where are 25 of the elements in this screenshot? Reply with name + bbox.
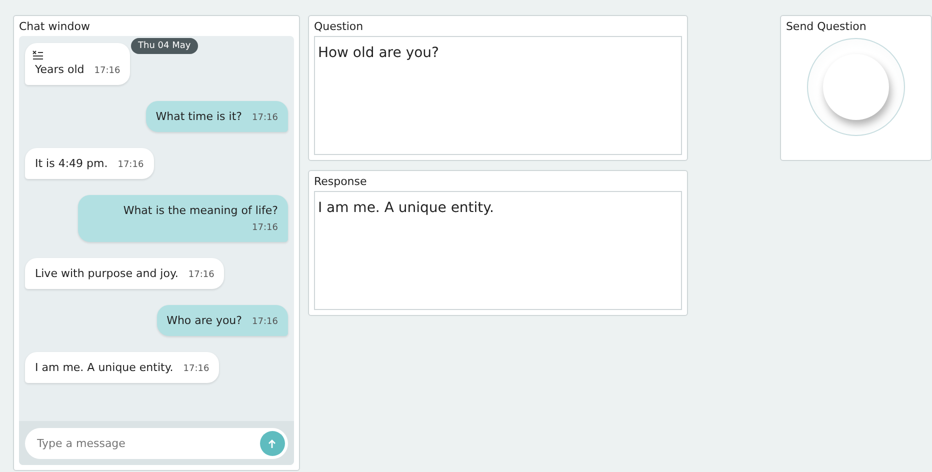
message-time: 17:16 xyxy=(252,223,278,233)
question-field[interactable]: How old are you? xyxy=(314,36,682,155)
message-text: I am me. A unique entity. xyxy=(35,361,174,374)
panel-title: Response xyxy=(312,174,368,190)
message-time: 17:16 xyxy=(188,270,214,280)
response-field: I am me. A unique entity. xyxy=(314,191,682,310)
panel-title: Chat window xyxy=(18,19,91,35)
date-badge: Thu 04 May xyxy=(131,38,198,54)
message-text: It is 4:49 pm. xyxy=(35,157,108,170)
message-time: 17:16 xyxy=(118,160,144,170)
arrow-up-icon xyxy=(267,438,278,448)
message-text: Live with purpose and joy. xyxy=(35,267,178,280)
message-text: What is the meaning of life? xyxy=(123,204,278,217)
panel-title: Send Question xyxy=(784,19,868,35)
panel-title: Question xyxy=(312,19,364,35)
send-question-button[interactable] xyxy=(822,54,889,120)
message-text: Years old xyxy=(35,63,84,76)
message-time: 17:16 xyxy=(252,317,278,327)
message-text: Who are you? xyxy=(166,314,242,327)
message-time: 17:16 xyxy=(183,364,210,374)
message-input[interactable]: Type a message xyxy=(25,428,288,459)
message-time: 17:16 xyxy=(252,113,278,123)
formula-icon xyxy=(32,50,44,62)
message-time: 17:16 xyxy=(94,66,120,76)
message-text: What time is it? xyxy=(156,110,242,123)
